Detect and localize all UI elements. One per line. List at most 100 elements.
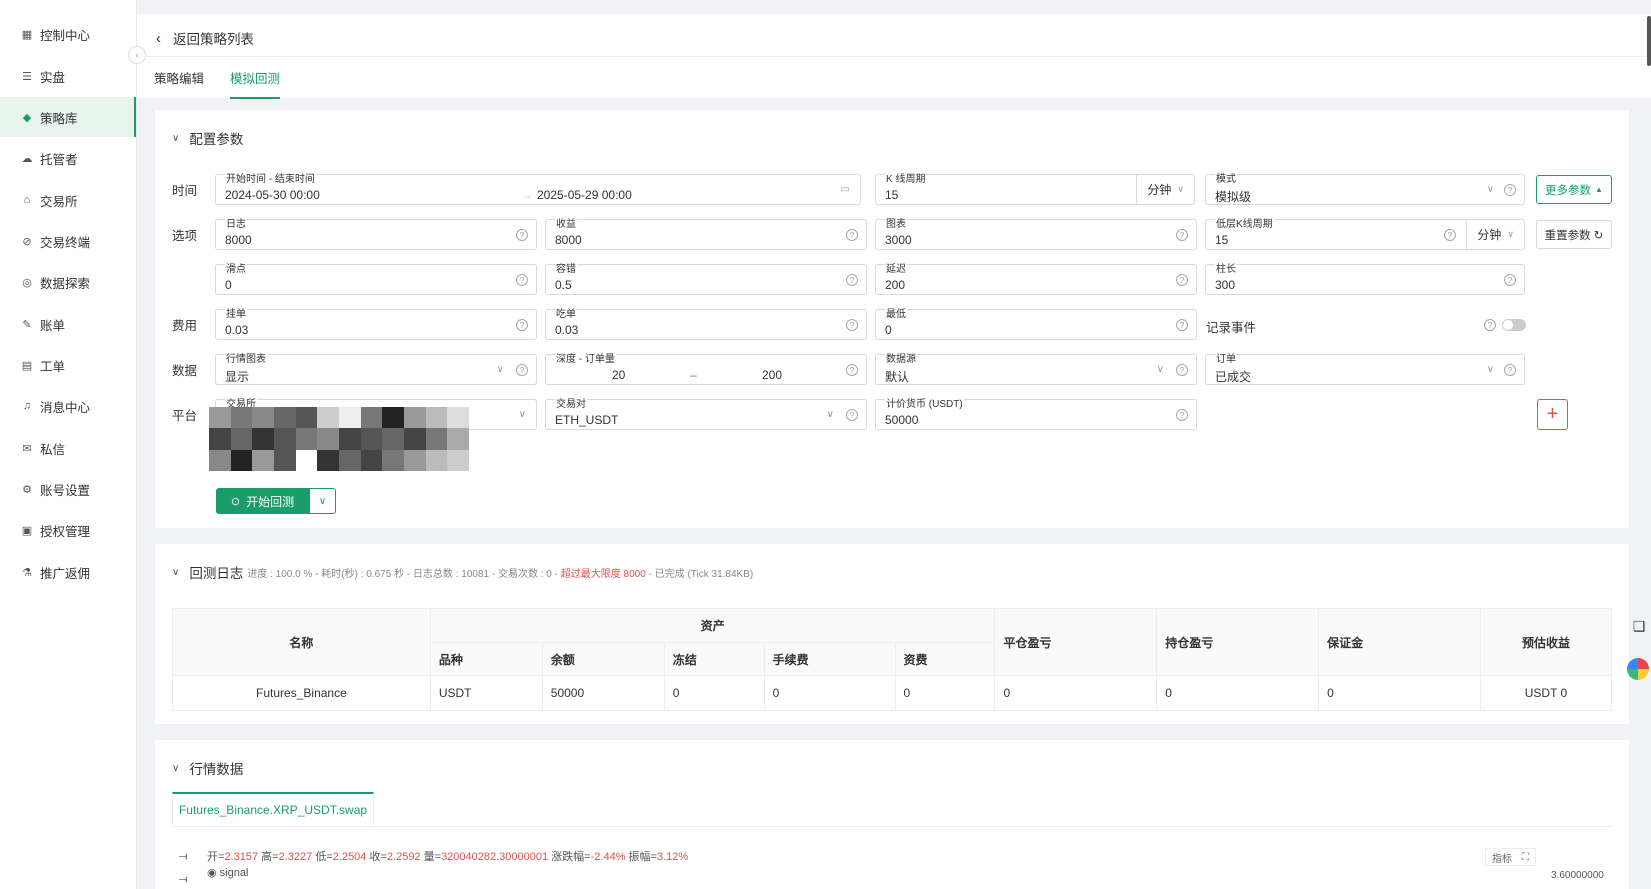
help-icon[interactable]: ? <box>516 364 528 376</box>
more-params-button[interactable]: 更多参数 ▲ <box>1536 175 1612 204</box>
low-kline-period-field[interactable]: 低层K线周期 15 ? 分钟 ∨ <box>1205 219 1525 250</box>
config-section-toggle[interactable]: ∨ 配置参数 <box>172 128 243 148</box>
sidebar-item-12[interactable]: ▣ 授权管理 <box>0 510 136 550</box>
sidebar-item-7[interactable]: ✎ 账单 <box>0 304 136 344</box>
scrollbar-thumb[interactable] <box>1647 16 1651 66</box>
help-icon[interactable]: ? <box>1504 184 1516 196</box>
help-icon[interactable]: ? <box>846 409 858 421</box>
crosshair-icon[interactable]: ⟞ <box>179 851 187 862</box>
help-icon[interactable]: ? <box>1176 229 1188 241</box>
sidebar-item-10[interactable]: ✉ 私信 <box>0 428 136 468</box>
time-range-picker[interactable]: 开始时间 - 结束时间 2024-05-30 00:00 → 2025-05-2… <box>215 174 861 205</box>
crosshair-icon[interactable]: ⟞ <box>179 874 187 885</box>
sidebar-item-3[interactable]: ☁ 托管者 <box>0 138 136 178</box>
cell-name: Futures_Binance <box>172 675 431 711</box>
sidebar-item-label: 托管者 <box>40 152 78 167</box>
sidebar-item-0[interactable]: ▦ 控制中心 <box>0 14 136 54</box>
help-icon[interactable]: ? <box>516 319 528 331</box>
bar-length-field[interactable]: 柱长 300 ? <box>1205 264 1525 295</box>
redaction-pixel <box>295 449 318 471</box>
sidebar-item-1[interactable]: ☰ 实盘 <box>0 56 136 96</box>
stats-suffix: - 已完成 (Tick 31.84KB) <box>645 568 754 580</box>
min-fee-field[interactable]: 最低 0 ? <box>875 309 1197 340</box>
pair-select[interactable]: 交易对 ETH_USDT ∨ ? <box>545 399 867 430</box>
depth-range-field[interactable]: 深度 - 订单量 20 – 200 ? <box>545 354 867 385</box>
tab-backtest[interactable]: 模拟回测 <box>230 68 281 99</box>
cell-frozen: 0 <box>663 675 765 711</box>
add-platform-button[interactable]: + <box>1537 399 1568 430</box>
help-icon[interactable]: ? <box>1504 364 1516 376</box>
help-icon[interactable]: ? <box>1176 319 1188 331</box>
data-source-label: 数据源 <box>885 354 917 366</box>
sidebar-item-4[interactable]: ⌂ 交易所 <box>0 180 136 220</box>
signal-legend[interactable]: ◉ signal <box>207 866 248 879</box>
tab-strategy-edit[interactable]: 策略编辑 <box>154 68 204 99</box>
depth-label: 深度 - 订单量 <box>555 354 616 366</box>
redacted-exchange-block <box>209 407 469 471</box>
refresh-icon: ↻ <box>1593 229 1604 242</box>
depth-from-value: 20 <box>612 368 626 382</box>
help-icon[interactable]: ? <box>516 274 528 286</box>
chart-field[interactable]: 图表 3000 ? <box>875 219 1197 250</box>
backtest-log-section-toggle[interactable]: ∨ 回测日志 进度 : 100.0 % - 耗时(秒) : 0.675 秒 - … <box>172 562 753 582</box>
market-section-toggle[interactable]: ∨ 行情数据 <box>172 758 243 778</box>
book-icon[interactable]: ❑ <box>1629 615 1649 637</box>
bar-length-label: 柱长 <box>1215 264 1237 276</box>
color-wheel-icon[interactable] <box>1627 658 1649 680</box>
help-icon[interactable]: ? <box>1176 409 1188 421</box>
reset-params-button[interactable]: 重置参数 ↻ <box>1536 220 1612 249</box>
help-icon[interactable]: ? <box>846 274 858 286</box>
help-icon[interactable]: ? <box>846 364 858 376</box>
sidebar-item-11[interactable]: ⚙ 账号设置 <box>0 469 136 509</box>
row-label-time: 时间 <box>172 184 198 198</box>
slippage-label: 滑点 <box>225 264 247 276</box>
min-fee-value: 0 <box>885 323 892 337</box>
sidebar-item-2[interactable]: ◆ 策略库 <box>0 97 136 137</box>
help-icon[interactable]: ? <box>846 229 858 241</box>
help-icon[interactable]: ? <box>1176 274 1188 286</box>
redaction-pixel <box>295 428 318 450</box>
collapse-sidebar-button[interactable]: ‹ <box>128 46 146 64</box>
amp-value: 3.12% <box>656 851 689 863</box>
record-events-toggle[interactable] <box>1502 319 1526 331</box>
col-header-funding: 资费 <box>894 642 996 676</box>
kline-period-field[interactable]: K 线周期 15 分钟 ∨ <box>875 174 1195 205</box>
data-source-select[interactable]: 数据源 默认 ∨ ? <box>875 354 1197 385</box>
orders-select[interactable]: 订单 已成交 ∨ ? <box>1205 354 1525 385</box>
sidebar-item-8[interactable]: ▤ 工单 <box>0 345 136 385</box>
strategy-icon: ◆ <box>22 111 32 124</box>
quote-currency-field[interactable]: 计价货币 (USDT) 50000 ? <box>875 399 1197 430</box>
kline-unit-select[interactable]: 分钟 ∨ <box>1136 175 1194 204</box>
vol-label: 量= <box>423 851 442 863</box>
delay-field[interactable]: 延迟 200 ? <box>875 264 1197 295</box>
profit-field[interactable]: 收益 8000 ? <box>545 219 867 250</box>
sidebar-item-9[interactable]: ♫ 消息中心 <box>0 386 136 426</box>
sidebar-item-6[interactable]: ◎ 数据探索 <box>0 262 136 302</box>
indicator-button[interactable]: 指标 ⛶ <box>1485 848 1536 866</box>
log-field[interactable]: 日志 8000 ? <box>215 219 537 250</box>
market-chart-select[interactable]: 行情图表 显示 ∨ ? <box>215 354 537 385</box>
low-value: 2.2504 <box>332 851 367 863</box>
tab-market-symbol[interactable]: Futures_Binance.XRP_USDT.swap <box>172 792 374 825</box>
help-icon[interactable]: ? <box>1504 274 1516 286</box>
sidebar-item-5[interactable]: ⊘ 交易终端 <box>0 221 136 261</box>
start-backtest-dropdown[interactable]: ∨ <box>309 488 336 514</box>
taker-fee-field[interactable]: 吃单 0.03 ? <box>545 309 867 340</box>
low-kline-unit-select[interactable]: 分钟 ∨ <box>1466 220 1524 249</box>
redaction-pixel <box>360 449 383 471</box>
help-icon[interactable]: ? <box>846 319 858 331</box>
stats-warning: 超过最大限度 8000 <box>560 568 646 580</box>
tolerance-field[interactable]: 容错 0.5 ? <box>545 264 867 295</box>
maker-fee-field[interactable]: 挂单 0.03 ? <box>215 309 537 340</box>
start-backtest-button[interactable]: ⊙ 开始回测 <box>216 488 309 514</box>
slippage-field[interactable]: 滑点 0 ? <box>215 264 537 295</box>
help-icon[interactable]: ? <box>1176 364 1188 376</box>
col-header-balance: 余额 <box>541 642 665 676</box>
help-icon[interactable]: ? <box>1484 319 1496 331</box>
help-icon[interactable]: ? <box>516 229 528 241</box>
sidebar-item-13[interactable]: ⚗ 推广返佣 <box>0 552 136 592</box>
cell-est-profit: USDT 0 <box>1480 675 1612 711</box>
mode-select[interactable]: 模式 模拟级 ∨ ? <box>1205 174 1525 205</box>
help-icon[interactable]: ? <box>1444 229 1456 241</box>
back-to-strategy-list-link[interactable]: ‹ 返回策略列表 <box>156 28 254 48</box>
